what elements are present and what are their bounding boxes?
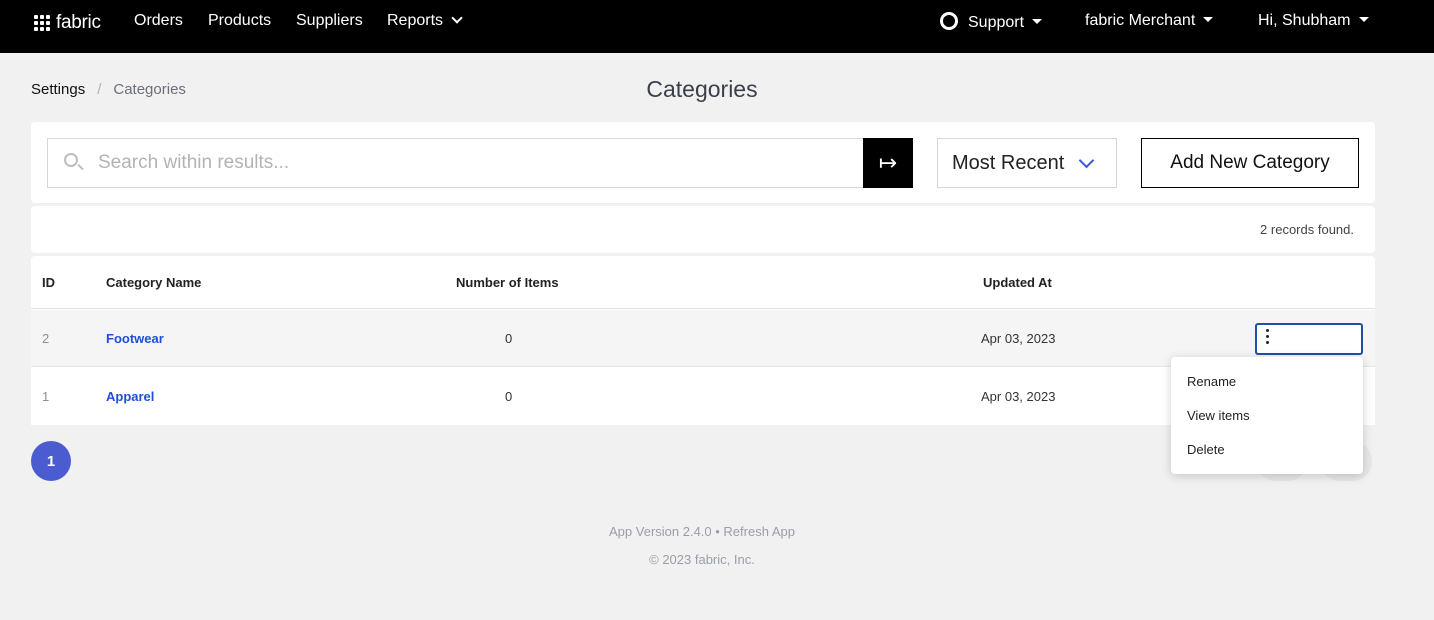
search-submit-button[interactable]: ↦ bbox=[863, 138, 913, 188]
row-category-link[interactable]: Apparel bbox=[106, 389, 154, 404]
caret-down-icon bbox=[1032, 19, 1043, 24]
row-updated-at: Apr 03, 2023 bbox=[981, 331, 1056, 346]
arrow-right-icon: ↦ bbox=[878, 150, 898, 175]
row-actions-menu: Rename View items Delete bbox=[1171, 357, 1363, 474]
nav-support-label: Support bbox=[968, 14, 1025, 31]
nav-reports[interactable]: Reports bbox=[387, 12, 463, 30]
nav-support[interactable]: Support bbox=[940, 12, 1043, 32]
header-id[interactable]: ID bbox=[42, 275, 55, 290]
search-input[interactable] bbox=[98, 139, 858, 187]
row-id: 1 bbox=[42, 389, 50, 404]
fabric-logo[interactable]: fabric bbox=[34, 12, 101, 34]
add-new-category-button[interactable]: Add New Category bbox=[1141, 138, 1359, 188]
table-header: ID Category Name Number of Items Updated… bbox=[31, 256, 1375, 309]
grid-icon bbox=[34, 15, 50, 31]
lifebuoy-icon bbox=[940, 12, 958, 30]
nav-orders[interactable]: Orders bbox=[134, 12, 183, 30]
pagination-page-1[interactable]: 1 bbox=[31, 441, 71, 481]
logo-text: fabric bbox=[56, 12, 101, 33]
records-count: 2 records found. bbox=[1260, 222, 1354, 237]
menu-item-rename[interactable]: Rename bbox=[1187, 374, 1236, 389]
search-icon bbox=[64, 153, 78, 167]
header-number-of-items[interactable]: Number of Items bbox=[456, 275, 559, 290]
top-nav: fabric Orders Products Suppliers Reports… bbox=[0, 0, 1434, 53]
nav-suppliers[interactable]: Suppliers bbox=[296, 12, 363, 30]
row-id: 2 bbox=[42, 331, 50, 346]
nav-merchant-label: fabric Merchant bbox=[1085, 12, 1196, 29]
sort-selected-value: Most Recent bbox=[952, 151, 1065, 174]
nav-products[interactable]: Products bbox=[208, 12, 271, 30]
row-category-link[interactable]: Footwear bbox=[106, 331, 164, 346]
menu-item-delete[interactable]: Delete bbox=[1187, 442, 1225, 457]
header-updated-at[interactable]: Updated At bbox=[983, 275, 1052, 290]
nav-merchant[interactable]: fabric Merchant bbox=[1085, 12, 1214, 30]
records-bar: 2 records found. bbox=[31, 206, 1375, 253]
footer-app-version[interactable]: App Version 2.4.0 • Refresh App bbox=[0, 524, 1404, 539]
footer-copyright: © 2023 fabric, Inc. bbox=[649, 552, 755, 567]
caret-down-icon bbox=[1358, 17, 1369, 22]
row-actions-button[interactable] bbox=[1255, 323, 1363, 355]
caret-down-icon bbox=[1203, 17, 1214, 22]
more-vertical-icon bbox=[1266, 329, 1270, 344]
row-item-count: 0 bbox=[505, 331, 513, 346]
search-panel: ↦ Most Recent Add New Category bbox=[31, 122, 1375, 203]
search-box bbox=[47, 138, 863, 188]
nav-user-label: Hi, Shubham bbox=[1258, 12, 1351, 29]
header-category-name[interactable]: Category Name bbox=[106, 275, 201, 290]
nav-reports-label: Reports bbox=[387, 12, 444, 29]
page-title: Categories bbox=[646, 76, 758, 102]
menu-item-view-items[interactable]: View items bbox=[1187, 408, 1250, 423]
sort-select[interactable]: Most Recent bbox=[937, 138, 1117, 188]
row-updated-at: Apr 03, 2023 bbox=[981, 389, 1056, 404]
row-item-count: 0 bbox=[505, 389, 513, 404]
nav-user-menu[interactable]: Hi, Shubham bbox=[1258, 12, 1369, 30]
chevron-down-icon bbox=[451, 12, 463, 24]
chevron-down-icon bbox=[1078, 152, 1095, 169]
